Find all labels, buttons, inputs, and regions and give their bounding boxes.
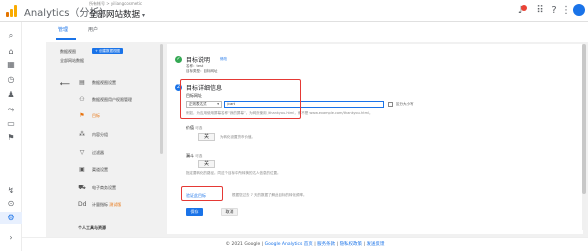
menu-item-label: 目标: [92, 113, 100, 118]
customization-icon[interactable]: ▦: [4, 59, 18, 71]
cancel-button[interactable]: 取消: [221, 208, 238, 216]
page-scrollbar[interactable]: [582, 44, 586, 230]
account-avatar-icon[interactable]: [573, 4, 585, 16]
tab-admin[interactable]: 管理: [58, 26, 68, 33]
flag-icon: ⚑: [79, 112, 85, 119]
discover-icon[interactable]: ⊙: [4, 198, 18, 210]
case-sensitive-label: 区分大小写: [396, 102, 414, 106]
value-optional: 可选: [195, 126, 203, 130]
menu-item-label-text: 计量指标: [92, 202, 108, 207]
menu-item-label: 电子商务设置: [92, 185, 116, 190]
menu-item-view-users[interactable]: ⚇ 数据视图用户权限管理: [78, 95, 158, 105]
tab-underline: [56, 38, 76, 40]
back-arrow-icon[interactable]: ⟵: [60, 80, 70, 88]
content-group-icon: ⁂: [79, 131, 85, 138]
footer-link-feedback[interactable]: 发送反馈: [366, 242, 384, 247]
highlight-box-goal-details: [180, 79, 301, 119]
footer-link-terms[interactable]: 服务条款: [317, 242, 335, 247]
menu-item-label: 数据视图用户权限管理: [92, 97, 132, 102]
funnel-toggle[interactable]: 关: [198, 160, 215, 168]
home-icon[interactable]: ⌂: [4, 46, 18, 58]
footer-link-home[interactable]: Google Analytics 首页: [265, 242, 313, 247]
view-label: 数据视图: [60, 49, 76, 54]
conversions-icon[interactable]: ⚑: [4, 132, 18, 144]
footer-copyright: © 2021 Google: [225, 242, 261, 247]
footer: © 2021 Google | Google Analytics 首页 | 服务…: [22, 237, 588, 251]
create-view-button[interactable]: + 创建数据视图: [92, 48, 124, 54]
channel-icon: ▣: [79, 166, 85, 173]
menu-item-goals[interactable]: ⚑ 目标: [78, 111, 158, 121]
funnel-label-text: 漏斗: [186, 153, 194, 158]
help-icon[interactable]: ?: [548, 5, 560, 17]
menu-item-label: 内容分组: [92, 132, 108, 137]
value-hint: 为转化设置货币价值。: [220, 135, 255, 139]
top-bar: Analytics（分析） 所有帐号 > yiliangcosmetic 全部网…: [0, 0, 588, 22]
menu-item-ecommerce-settings[interactable]: ⛟ 电子商务设置: [78, 183, 158, 193]
page-scrollbar-thumb[interactable]: [582, 44, 586, 194]
search-icon[interactable]: ⌕: [4, 30, 18, 42]
account-breadcrumb[interactable]: 所有帐号 > yiliangcosmetic: [89, 1, 142, 7]
verify-hint: 根据您过去 7 天的数据了解此目标的转化频率。: [232, 193, 307, 197]
attribution-icon[interactable]: ↯: [4, 185, 18, 197]
funnel-label: 漏斗 可选: [186, 153, 202, 159]
menu-item-label: 数据视图设置: [92, 80, 116, 85]
step1-edit-link[interactable]: 修改: [220, 57, 227, 62]
menu-item-channel-settings[interactable]: ▣ 渠道设置: [78, 165, 158, 175]
case-sensitive-checkbox[interactable]: [388, 102, 393, 107]
analytics-logo[interactable]: [6, 5, 18, 17]
expand-icon[interactable]: ›: [4, 232, 18, 244]
calculator-icon: Dd: [78, 201, 87, 208]
view-name[interactable]: 全部网站数据: [60, 58, 84, 64]
menu-scrollbar[interactable]: [160, 44, 163, 154]
tab-user[interactable]: 用户: [88, 26, 98, 33]
footer-link-privacy[interactable]: 隐私权政策: [340, 242, 363, 247]
admin-gear-icon[interactable]: ⚙: [4, 212, 18, 224]
highlight-box-verify: [181, 186, 223, 201]
behavior-icon[interactable]: ▭: [4, 118, 18, 130]
step1-type: 目标类型：目标网址: [186, 69, 218, 73]
menu-section-heading: 个人工具与资源: [78, 225, 106, 230]
funnel-optional: 可选: [195, 154, 203, 158]
chevron-down-icon[interactable]: ▾: [142, 12, 145, 19]
admin-tabs: 管理 用户: [22, 22, 588, 40]
left-nav: ⌕ ⌂ ▦ ◷ ♟ ⤳ ▭ ⚑ ↯ ⊙ ⚙ ›: [0, 22, 22, 251]
value-toggle[interactable]: 关: [198, 133, 215, 141]
menu-item-content-grouping[interactable]: ⁂ 内容分组: [78, 130, 158, 140]
document-icon: ▤: [79, 79, 85, 86]
menu-item-label: 计量指标 测试版: [92, 202, 121, 208]
notification-dot: [521, 5, 527, 11]
view-selector-label[interactable]: 全部网站数据: [89, 10, 140, 20]
menu-item-view-settings[interactable]: ▤ 数据视图设置: [78, 78, 158, 88]
save-button[interactable]: 保存: [186, 208, 203, 216]
value-label-text: 价值: [186, 125, 194, 130]
audience-icon[interactable]: ♟: [4, 89, 18, 101]
acquisition-icon[interactable]: ⤳: [4, 104, 18, 116]
funnel-hint: 指定要转化的路径。同这个目标中所转换的达人信息的位置。: [186, 171, 281, 175]
check-icon: ✓: [175, 56, 182, 63]
realtime-icon[interactable]: ◷: [4, 74, 18, 86]
menu-item-filters[interactable]: ▽ 过滤器: [78, 148, 158, 158]
more-vert-icon[interactable]: ⋮: [560, 5, 572, 17]
step1-title: 目标说明: [186, 57, 211, 64]
menu-item-calculated-metrics[interactable]: Dd 计量指标 测试版: [78, 200, 158, 210]
filter-icon: ▽: [79, 149, 85, 156]
users-icon: ⚇: [79, 96, 85, 103]
menu-item-label: 过滤器: [92, 150, 104, 155]
view-selector[interactable]: 全部网站数据 ▾: [89, 8, 145, 20]
value-label: 价值 可选: [186, 125, 202, 131]
apps-grid-icon[interactable]: ⠿: [534, 5, 546, 17]
cart-icon: ⛟: [78, 184, 86, 191]
menu-item-label: 渠道设置: [92, 167, 108, 172]
beta-badge: 测试版: [109, 202, 122, 207]
